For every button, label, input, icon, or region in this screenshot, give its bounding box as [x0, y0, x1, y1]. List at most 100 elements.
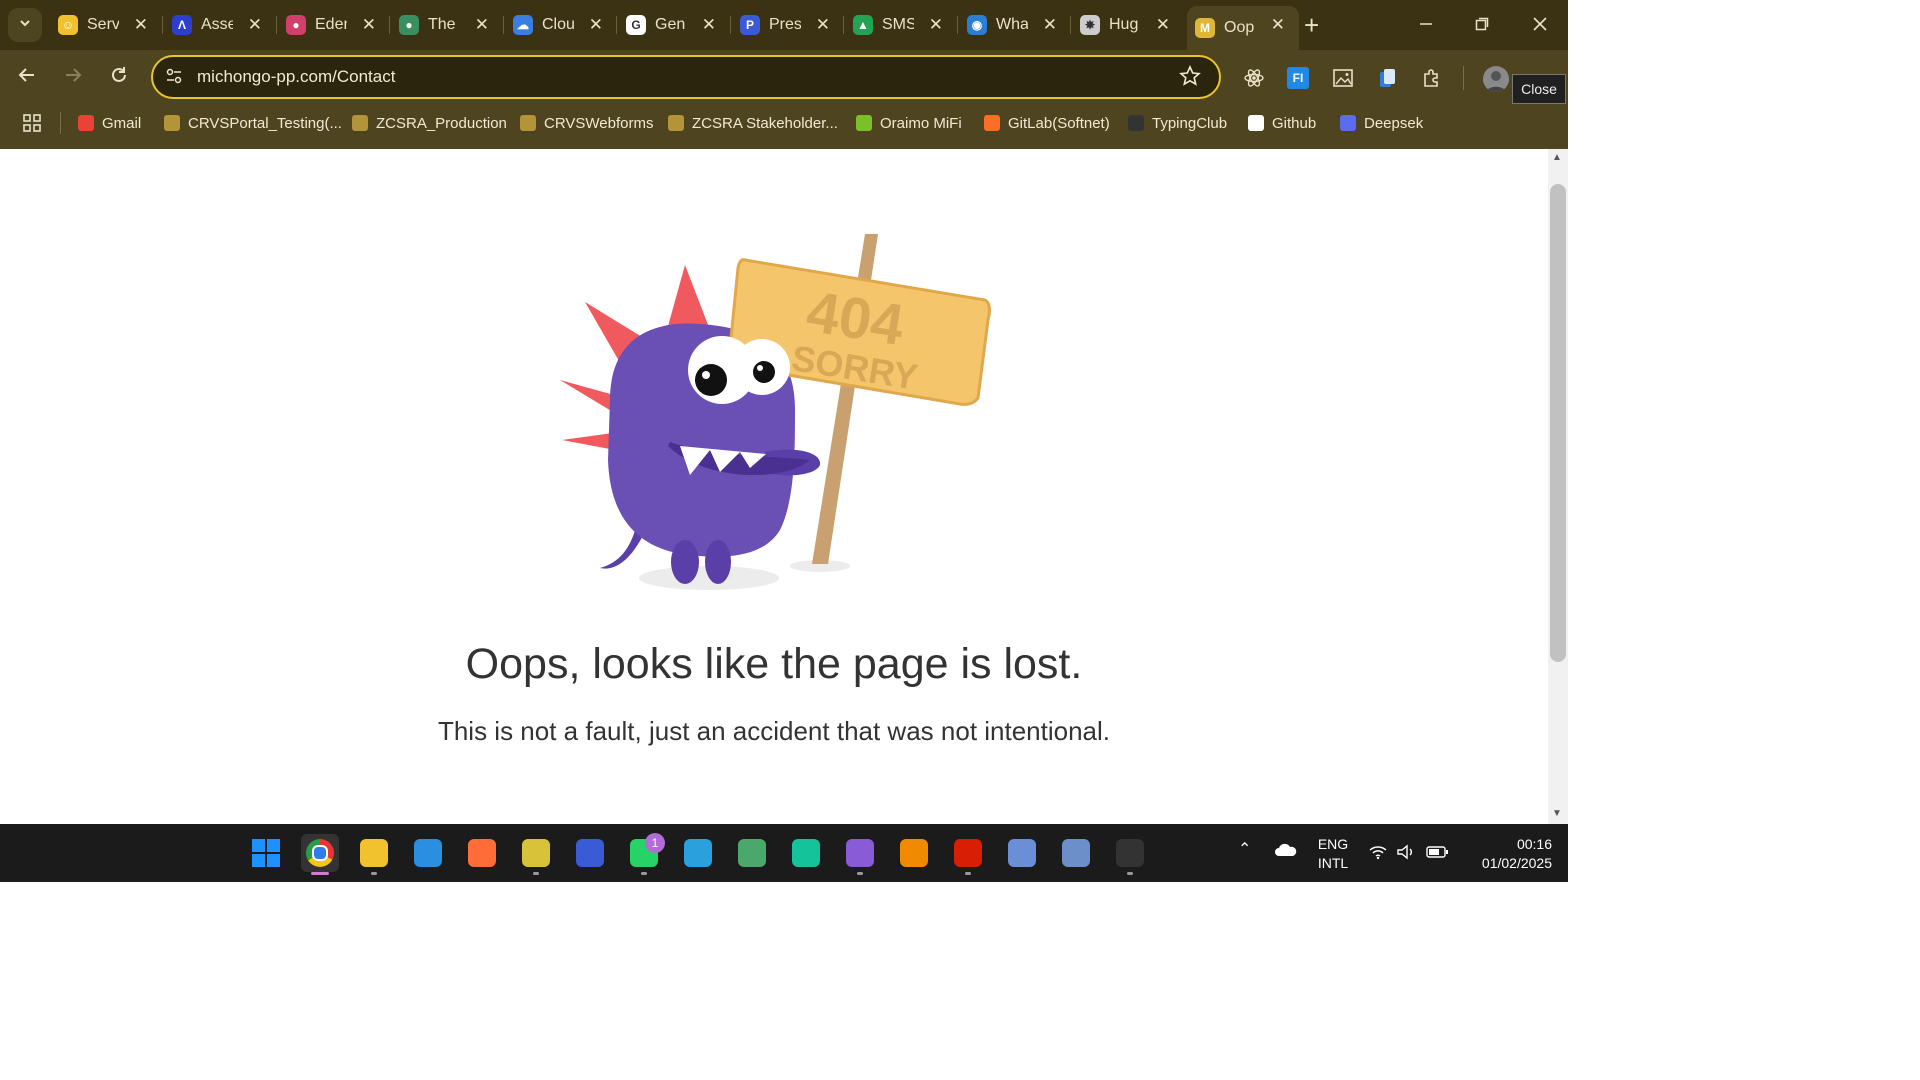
- tab-close-icon[interactable]: ✕: [1043, 15, 1057, 35]
- file-explorer-icon[interactable]: [355, 834, 393, 872]
- tab-search-button[interactable]: [8, 8, 42, 42]
- bookmark-favicon-icon: [1248, 115, 1264, 131]
- tray-chevron-up-icon[interactable]: ⌃: [1238, 840, 1251, 859]
- tab-close-icon[interactable]: ✕: [248, 15, 262, 35]
- reload-button[interactable]: [106, 64, 132, 90]
- extensions-puzzle-icon[interactable]: [1420, 66, 1444, 90]
- azure-data-studio-icon[interactable]: [571, 834, 609, 872]
- tab-close-icon[interactable]: ✕: [1156, 15, 1170, 35]
- chrome-icon[interactable]: [301, 834, 339, 872]
- tab-close-icon[interactable]: ✕: [134, 15, 148, 35]
- bookmark-item[interactable]: ZCSRA Stakeholder...: [668, 113, 838, 133]
- forward-button[interactable]: [60, 64, 86, 90]
- tab-3[interactable]: ● Eden ✕: [278, 6, 390, 44]
- tab-close-icon[interactable]: ✕: [475, 15, 489, 35]
- bookmark-favicon-icon: [352, 115, 368, 131]
- scroll-down-icon[interactable]: ▼: [1552, 808, 1562, 819]
- tab-11[interactable]: M Oop ✕: [1187, 6, 1299, 50]
- tab-4[interactable]: ● The ✕: [391, 6, 503, 44]
- tab-5[interactable]: ☁ Clou ✕: [505, 6, 617, 44]
- lang-line2: INTL: [1317, 855, 1349, 871]
- minimize-button[interactable]: [1406, 8, 1446, 40]
- address-bar[interactable]: michongo-pp.com/Contact: [151, 55, 1221, 99]
- extension-fi-icon[interactable]: FI: [1286, 66, 1310, 90]
- bookmark-item[interactable]: Deepsek: [1340, 113, 1423, 133]
- bookmark-favicon-icon: [520, 115, 536, 131]
- acrobat-icon[interactable]: [949, 834, 987, 872]
- windows-start-icon[interactable]: [247, 834, 285, 872]
- new-tab-button[interactable]: +: [1304, 10, 1319, 41]
- bookmark-label: Oraimo MiFi: [880, 114, 962, 132]
- running-indicator: [311, 872, 329, 875]
- url-text[interactable]: michongo-pp.com/Contact: [197, 67, 395, 87]
- tab-close-icon[interactable]: ✕: [702, 15, 716, 35]
- visual-studio-icon[interactable]: [841, 834, 879, 872]
- editor-icon[interactable]: [517, 834, 555, 872]
- language-indicator[interactable]: ENG INTL: [1316, 835, 1350, 873]
- files-icon[interactable]: [1003, 834, 1041, 872]
- clock[interactable]: 00:16 01/02/2025: [1460, 835, 1552, 873]
- bookmark-item[interactable]: CRVSPortal_Testing(...: [164, 113, 342, 133]
- image-extension-icon[interactable]: [1331, 66, 1355, 90]
- arrow-right-icon: [63, 65, 83, 90]
- postman-icon[interactable]: [463, 834, 501, 872]
- bookmark-label: ZCSRA Stakeholder...: [692, 114, 838, 132]
- scrollbar-thumb[interactable]: [1550, 184, 1566, 662]
- bookmark-item[interactable]: Oraimo MiFi: [856, 113, 962, 133]
- close-window-button[interactable]: [1520, 8, 1560, 40]
- tab-close-icon[interactable]: ✕: [589, 15, 603, 35]
- bookmark-star-icon[interactable]: [1179, 65, 1201, 92]
- bookmark-favicon-icon: [668, 115, 684, 131]
- tab-6[interactable]: G Gen ✕: [618, 6, 730, 44]
- chevron-down-icon: [18, 16, 32, 35]
- tab-9[interactable]: ◉ Wha ✕: [959, 6, 1071, 44]
- tab-close-icon[interactable]: ✕: [1271, 15, 1285, 35]
- globe-icon[interactable]: [733, 834, 771, 872]
- postgres-icon[interactable]: [1057, 834, 1095, 872]
- tab-title: Hug: [1109, 16, 1139, 33]
- tab-title: Wha: [996, 16, 1028, 33]
- wifi-icon[interactable]: [1368, 844, 1388, 865]
- bookmark-favicon-icon: [984, 115, 1000, 131]
- tab-2[interactable]: Λ Asse ✕: [164, 6, 276, 44]
- tab-title: Serv: [87, 16, 119, 33]
- grammarly-icon[interactable]: [787, 834, 825, 872]
- tab-favicon-icon: P: [740, 15, 760, 35]
- tab-1[interactable]: ☺ Serv ✕: [50, 6, 162, 44]
- terminal-icon[interactable]: [1111, 834, 1149, 872]
- tab-10[interactable]: ✸ Hug ✕: [1072, 6, 1184, 44]
- tab-close-icon[interactable]: ✕: [362, 15, 376, 35]
- battery-icon[interactable]: [1426, 845, 1450, 864]
- tab-close-icon[interactable]: ✕: [929, 15, 943, 35]
- tab-close-icon[interactable]: ✕: [816, 15, 830, 35]
- bookmark-item[interactable]: Gmail: [78, 113, 141, 133]
- react-devtools-icon[interactable]: [1242, 66, 1266, 90]
- vlc-icon[interactable]: [895, 834, 933, 872]
- scroll-up-icon[interactable]: ▲: [1552, 152, 1562, 163]
- bookmark-favicon-icon: [164, 115, 180, 131]
- tab-8[interactable]: ▲ SMS ✕: [845, 6, 957, 44]
- bookmark-item[interactable]: Github: [1248, 113, 1316, 133]
- telegram-icon[interactable]: [679, 834, 717, 872]
- onedrive-icon[interactable]: [1274, 842, 1298, 863]
- bookmark-item[interactable]: TypingClub: [1128, 113, 1227, 133]
- back-button[interactable]: [14, 64, 40, 90]
- tab-7[interactable]: P Pres ✕: [732, 6, 844, 44]
- tab-favicon-icon: ▲: [853, 15, 873, 35]
- tab-favicon-icon: ●: [399, 15, 419, 35]
- volume-icon[interactable]: [1396, 843, 1416, 866]
- bookmark-item[interactable]: CRVSWebforms: [520, 113, 653, 133]
- error-headline: Oops, looks like the page is lost.: [465, 640, 1083, 688]
- apps-grid-icon[interactable]: [22, 113, 42, 138]
- profile-avatar[interactable]: [1483, 66, 1509, 92]
- bookmark-item[interactable]: GitLab(Softnet): [984, 113, 1110, 133]
- copy-extension-icon[interactable]: [1375, 66, 1399, 90]
- tab-separator: [957, 16, 958, 34]
- restore-button[interactable]: [1462, 8, 1502, 40]
- site-info-icon[interactable]: [165, 67, 183, 90]
- tab-favicon-icon: G: [626, 15, 646, 35]
- bookmark-item[interactable]: ZCSRA_Production: [352, 113, 507, 133]
- vscode-icon[interactable]: [409, 834, 447, 872]
- tab-favicon-icon: ☁: [513, 15, 533, 35]
- running-indicator: [1127, 872, 1133, 875]
